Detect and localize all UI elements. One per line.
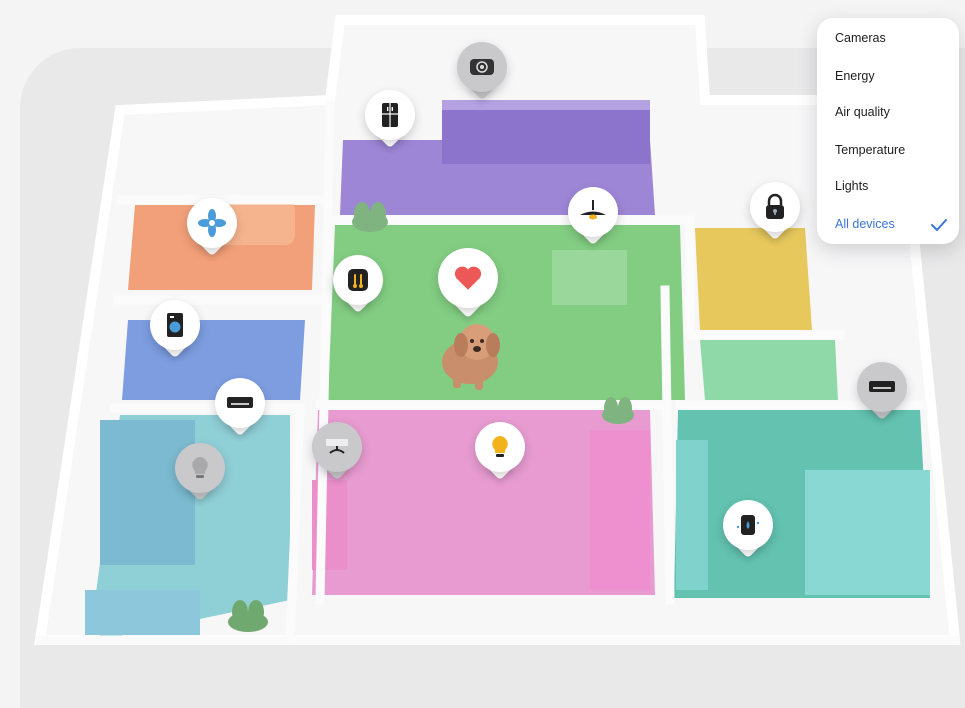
washer-icon bbox=[159, 309, 191, 341]
sofa bbox=[590, 430, 650, 590]
filter-all-devices[interactable]: All devices bbox=[835, 209, 953, 239]
air-conditioner-icon bbox=[866, 371, 898, 403]
light-bulb-icon bbox=[484, 431, 516, 463]
thermostat-icon bbox=[342, 264, 374, 296]
air-conditioner-right-pin[interactable] bbox=[857, 362, 907, 424]
door-lock-pin[interactable] bbox=[750, 182, 800, 244]
fan-pin[interactable] bbox=[187, 198, 237, 260]
living-room-light-pin[interactable] bbox=[475, 422, 525, 484]
room-hallway-right bbox=[700, 340, 838, 400]
bedroom-light-pin[interactable] bbox=[175, 443, 225, 505]
filter-cameras[interactable]: Cameras bbox=[835, 23, 953, 53]
washing-machine-pin[interactable] bbox=[150, 300, 200, 362]
bed-right bbox=[805, 470, 930, 595]
climate-control-pin[interactable] bbox=[333, 255, 383, 317]
dehumidifier-pin[interactable] bbox=[723, 500, 773, 562]
robot-vacuum-pin[interactable] bbox=[457, 42, 507, 104]
fan-icon bbox=[196, 207, 228, 239]
air-conditioner-icon bbox=[224, 387, 256, 419]
ceiling-light-icon bbox=[321, 431, 353, 463]
filter-temperature[interactable]: Temperature bbox=[835, 135, 953, 165]
device-filter-menu: Cameras Energy Air quality Temperature L… bbox=[817, 18, 959, 244]
pet-favorite-pin[interactable] bbox=[438, 248, 498, 319]
checkmark-icon bbox=[929, 209, 949, 239]
kitchen-counter bbox=[442, 104, 650, 164]
filter-all-devices-label: All devices bbox=[835, 217, 895, 231]
filter-lights[interactable]: Lights bbox=[835, 171, 953, 201]
ceiling-lamp-pin[interactable] bbox=[568, 187, 618, 249]
light-bulb-icon bbox=[184, 452, 216, 484]
filter-energy[interactable]: Energy bbox=[835, 61, 953, 91]
hallway-ceiling-light-pin[interactable] bbox=[312, 422, 362, 484]
lock-icon bbox=[759, 191, 791, 223]
heart-icon bbox=[451, 260, 485, 294]
air-conditioner-bedroom-pin[interactable] bbox=[215, 378, 265, 440]
refrigerator-pin[interactable] bbox=[365, 90, 415, 152]
ceiling-lamp-icon bbox=[577, 196, 609, 228]
dining-chair bbox=[552, 250, 627, 305]
refrigerator-icon bbox=[374, 99, 406, 131]
filter-air-quality[interactable]: Air quality bbox=[835, 97, 953, 127]
robot-vacuum-icon bbox=[466, 51, 498, 83]
dehumidifier-icon bbox=[732, 509, 764, 541]
